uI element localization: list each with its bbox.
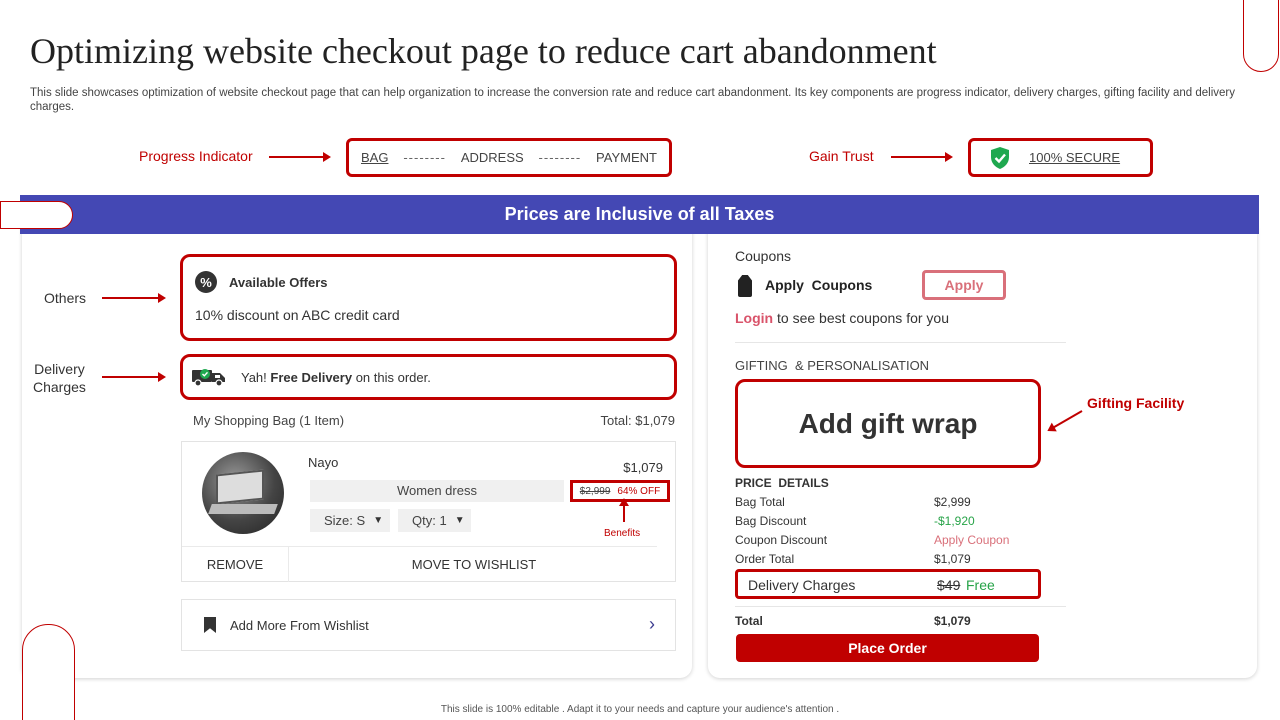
free-delivery-notice: Yah! Free Delivery on this order. [180,354,677,400]
apply-coupons-label: Apply Coupons [765,277,873,293]
footer-note: This slide is 100% editable . Adapt it t… [440,704,840,715]
remove-button[interactable]: REMOVE [182,546,288,582]
apply-coupon-link[interactable]: Apply Coupon [934,533,1009,547]
delivery-truck-icon [192,369,225,387]
benefits-label: Benefits [604,528,641,539]
delivery-charges-label-line2: Charges [33,379,86,395]
divider [735,606,1066,607]
old-price: $2,999 [579,485,611,497]
taxes-banner: Prices are Inclusive of all Taxes [20,195,1259,234]
size-select[interactable]: Size: S ▼ [310,509,390,532]
discount-percent: 64% OFF [617,485,661,497]
others-label: Others [44,290,87,306]
available-offers[interactable]: % Available Offers 10% discount on ABC c… [180,254,677,341]
progress-indicator-label: Progress Indicator [139,148,253,164]
bag-item: Nayo $1,079 Women dress $2,999 64% OFF S… [181,441,676,582]
login-link[interactable]: Login [735,310,773,326]
step-payment[interactable]: PAYMENT [596,150,657,165]
chevron-down-icon: ▼ [373,515,384,526]
progress-indicator: BAG -------- ADDRESS -------- PAYMENT [346,138,672,177]
product-image[interactable] [202,452,284,534]
price-row-total: Total $1,079 [735,614,971,628]
corner-decoration [1243,0,1279,72]
secure-badge: 100% SECURE [968,138,1153,177]
step-separator: -------- [403,150,446,165]
step-address[interactable]: ADDRESS [461,150,524,165]
divider [735,342,1066,343]
add-from-wishlist[interactable]: Add More From Wishlist › [181,599,676,651]
gifting-facility-label: Gifting Facility [1087,395,1185,411]
bag-total: Total: $1,079 [600,413,675,428]
offers-text: 10% discount on ABC credit card [195,307,400,323]
step-separator: -------- [538,150,582,165]
price-row-order-total: Order Total $1,079 [735,552,971,566]
arrow-right-icon [269,152,331,162]
place-order-button[interactable]: Place Order [736,634,1039,662]
apply-button[interactable]: Apply [922,270,1006,300]
login-prompt: Login to see best coupons for you [735,310,949,326]
page-subtitle: This slide showcases optimization of web… [30,87,1235,113]
price-row-bag-total: Bag Total $2,999 [735,495,971,509]
delivery-charges-label: Delivery Charges [33,360,86,396]
step-bag[interactable]: BAG [361,150,388,165]
item-price: $1,079 [623,460,663,475]
corner-decoration-bottom [22,624,75,720]
bag-title: My Shopping Bag (1 Item) [193,413,345,428]
chevron-right-icon: › [649,614,655,634]
bookmark-icon [204,617,216,633]
delivery-text: Yah! Free Delivery on this order. [241,369,431,385]
coupons-title: Coupons [735,248,792,264]
qty-select[interactable]: Qty: 1 ▼ [398,509,471,532]
price-row-coupon-discount: Coupon Discount Apply Coupon [735,533,1010,547]
item-description: Women dress [310,480,564,502]
bag-heading: My Shopping Bag (1 Item) Total: $1,079 [193,413,675,428]
arrow-right-icon [891,152,953,162]
percent-badge-icon: % [195,271,217,293]
offers-title: Available Offers [229,275,328,290]
gain-trust-label: Gain Trust [809,148,874,164]
add-from-wishlist-label: Add More From Wishlist [230,617,369,633]
arrow-up-icon [619,498,629,522]
item-name: Nayo [308,455,339,470]
side-tab-decoration [0,201,73,229]
shield-check-icon [991,146,1009,169]
secure-text[interactable]: 100% SECURE [1029,150,1120,165]
page-title: Optimizing website checkout page to redu… [30,31,937,71]
gifting-heading: GIFTING & PERSONALISATION [735,358,930,373]
move-to-wishlist-button[interactable]: MOVE TO WISHLIST [289,546,659,582]
chevron-down-icon: ▼ [454,515,465,526]
delivery-charges-label-line1: Delivery [34,361,85,377]
arrow-right-icon [102,293,166,303]
price-details-heading: PRICE DETAILS [735,476,829,490]
delivery-charges-row: Delivery Charges $49 Free [735,569,1041,599]
add-gift-wrap-button[interactable]: Add gift wrap [735,379,1041,468]
tag-icon [738,275,752,297]
arrow-right-icon [102,372,166,382]
price-row-bag-discount: Bag Discount -$1,920 [735,514,975,528]
